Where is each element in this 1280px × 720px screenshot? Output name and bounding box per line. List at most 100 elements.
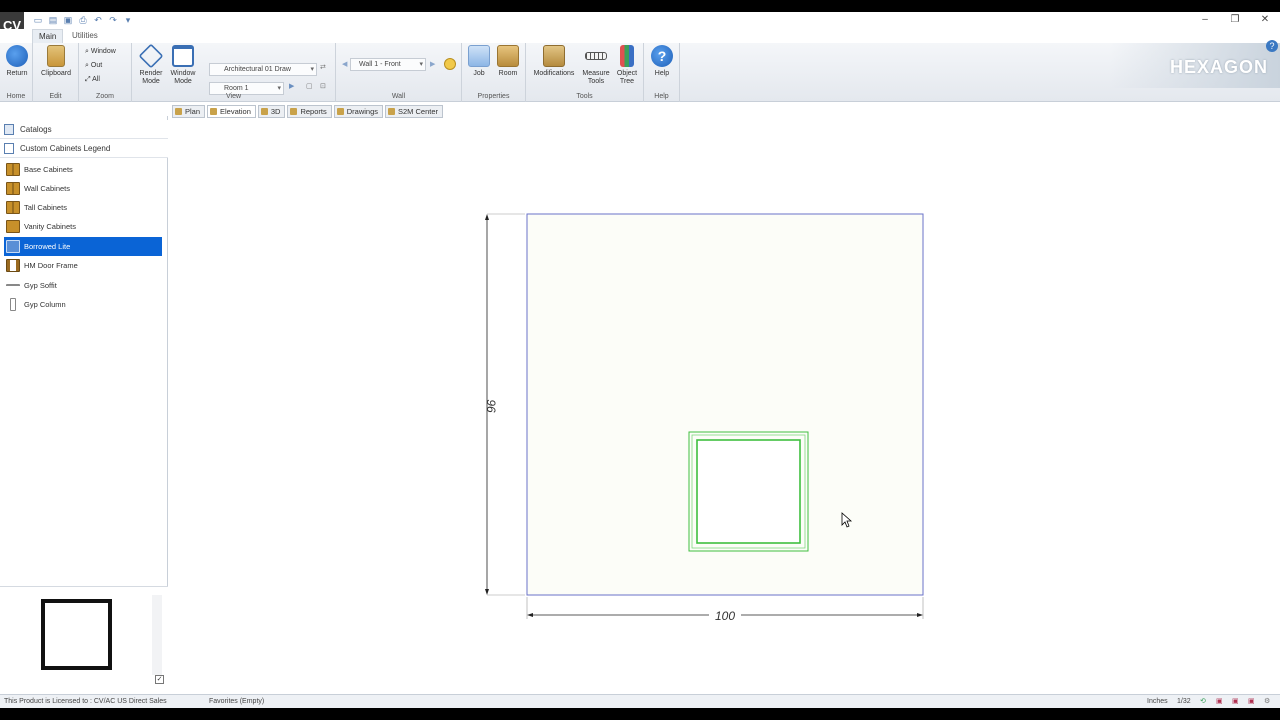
borrowed-lite-object[interactable]	[688, 431, 809, 552]
catalog-book-icon	[4, 124, 14, 135]
precision-text[interactable]: 1/32	[1177, 695, 1191, 708]
minimize-icon[interactable]: –	[1198, 14, 1212, 25]
sidebar-item-label: Tall Cabinets	[24, 203, 67, 212]
render-mode-button[interactable]: Render Mode	[135, 43, 167, 86]
sidebar-item-hm-door-frame[interactable]: HM Door Frame	[4, 256, 162, 275]
render-mode-label: Render Mode	[139, 70, 163, 85]
room-button[interactable]: Room	[493, 45, 523, 78]
save-icon[interactable]: ▣	[62, 15, 74, 26]
height-dimension-text[interactable]: 96	[484, 399, 498, 413]
zoom-out-icon: ⌕	[85, 62, 89, 69]
group-label-properties: Properties	[477, 93, 510, 100]
help-badge-icon[interactable]: ?	[1266, 40, 1278, 52]
sidebar-item-tall-cabinets[interactable]: Tall Cabinets	[4, 198, 162, 217]
license-text: This Product is Licensed to : CV/AC US D…	[4, 698, 167, 705]
group-label-home: Home	[6, 93, 26, 100]
group-label-wall: Wall	[391, 93, 406, 100]
preview-checkbox-icon[interactable]: ✓	[155, 675, 164, 684]
room-new-icon[interactable]: ▢	[306, 82, 313, 90]
zoom-all-button[interactable]: ⤢ All	[85, 76, 100, 84]
catalogs-label: Catalogs	[20, 125, 52, 134]
tab-main[interactable]: Main	[32, 29, 64, 43]
width-arrow-left-icon	[527, 613, 533, 617]
redo-icon[interactable]: ↷	[107, 15, 119, 26]
group-label-zoom: Zoom	[96, 93, 114, 100]
zoom-window-button[interactable]: ⌕ Window	[85, 48, 116, 56]
group-label-help: Help	[654, 93, 669, 100]
wall-options-icon[interactable]	[444, 58, 456, 70]
customize-toolbar-icon[interactable]: ▾	[122, 15, 134, 26]
window-mode-button[interactable]: Window Mode	[167, 45, 199, 86]
object-tree-icon	[620, 45, 634, 67]
snap-icon[interactable]: ⟲	[1200, 695, 1206, 708]
door-frame-icon	[6, 259, 20, 272]
zoom-out-button[interactable]: ⌕ Out	[85, 62, 102, 70]
tool-icon-1[interactable]: ▣	[1216, 695, 1223, 708]
clipboard-button[interactable]: Clipboard	[36, 45, 76, 78]
print-icon[interactable]: ⎙	[77, 15, 89, 26]
group-home: Return Home	[0, 43, 33, 102]
modifications-icon	[543, 45, 565, 67]
preview-scrollbar[interactable]	[152, 595, 162, 675]
units-text[interactable]: Inches	[1147, 695, 1168, 708]
tool-icon-3[interactable]: ▣	[1248, 695, 1255, 708]
room-next-icon[interactable]: ▶	[289, 82, 294, 90]
width-arrow-right-icon	[917, 613, 923, 617]
sidebar-item-vanity-cabinets[interactable]: Vanity Cabinets	[4, 217, 162, 236]
catalogs-header[interactable]: Catalogs	[0, 120, 168, 139]
measure-ruler-icon	[585, 52, 607, 60]
sidebar-item-wall-cabinets[interactable]: Wall Cabinets	[4, 179, 162, 198]
sidebar-item-label: Gyp Column	[24, 300, 66, 309]
settings-icon[interactable]: ⚙	[1264, 695, 1270, 708]
tab-plan[interactable]: Plan	[172, 105, 206, 118]
wall-select[interactable]: Wall 1 - Front	[350, 58, 426, 71]
close-icon[interactable]: ✕	[1258, 14, 1272, 25]
tab-utilities[interactable]: Utilities	[66, 29, 104, 43]
quick-access-toolbar: ▭ ▤ ▣ ⎙ ↶ ↷ ▾	[32, 15, 134, 26]
cabinet-icon	[6, 201, 20, 214]
restore-icon[interactable]: ❐	[1228, 14, 1242, 25]
sidebar-item-gyp-soffit[interactable]: Gyp Soffit	[4, 276, 162, 295]
modifications-button[interactable]: Modifications	[529, 45, 579, 78]
return-button[interactable]: Return	[3, 45, 31, 78]
zoom-window-icon: ⌕	[85, 48, 89, 55]
tab-reports[interactable]: Reports	[287, 105, 332, 118]
new-file-icon[interactable]: ▭	[32, 15, 44, 26]
open-folder-icon[interactable]: ▤	[47, 15, 59, 26]
job-button[interactable]: Job	[465, 45, 493, 78]
sidebar-item-label: Borrowed Lite	[24, 242, 71, 251]
measure-tools-button[interactable]: Measure Tools	[579, 45, 613, 86]
sidebar-item-gyp-column[interactable]: Gyp Column	[4, 295, 162, 314]
help-button[interactable]: ? Help	[648, 45, 676, 78]
clipboard-icon	[47, 45, 65, 67]
ribbon: HEXAGON ? Return Home Clipboard Edit ⌕ W…	[0, 40, 1280, 102]
tab-s2m-center[interactable]: S2M Center	[385, 105, 444, 118]
tab-drawings[interactable]: Drawings	[333, 105, 383, 118]
hexagon-logo: HEXAGON	[1169, 57, 1268, 77]
sidebar-item-label: Wall Cabinets	[24, 184, 70, 193]
tab-3d[interactable]: 3D	[257, 105, 286, 118]
legend-header[interactable]: Custom Cabinets Legend	[0, 139, 168, 158]
tab-elevation[interactable]: Elevation	[207, 105, 256, 118]
cabinet-icon	[6, 220, 20, 233]
tool-icon-2[interactable]: ▣	[1232, 695, 1239, 708]
favorites-text[interactable]: Favorites (Empty)	[209, 695, 264, 708]
zoom-out-label: Out	[90, 62, 103, 69]
wall-prev-icon[interactable]: ◀	[342, 60, 347, 68]
sidebar-item-base-cabinets[interactable]: Base Cabinets	[4, 160, 162, 179]
room-lock-icon[interactable]: ⊡	[320, 82, 326, 90]
sidebar-item-label: Base Cabinets	[24, 165, 73, 174]
item-preview: ✓	[0, 586, 168, 687]
object-tree-button[interactable]: Object Tree	[613, 45, 641, 86]
return-label: Return	[6, 70, 28, 77]
width-dimension-text[interactable]: 100	[715, 609, 735, 623]
elevation-canvas[interactable]: 96 100	[169, 119, 1280, 687]
undo-icon[interactable]: ↶	[92, 15, 104, 26]
draw-style-select[interactable]: Architectural 01 Draw	[209, 63, 317, 76]
wall-next-icon[interactable]: ▶	[430, 60, 435, 68]
cabinet-icon	[6, 163, 20, 176]
preview-thumbnail	[41, 599, 112, 670]
job-label: Job	[473, 70, 485, 77]
draw-style-options-icon[interactable]: ⇄	[320, 63, 326, 71]
sidebar-item-borrowed-lite[interactable]: Borrowed Lite	[4, 237, 162, 256]
